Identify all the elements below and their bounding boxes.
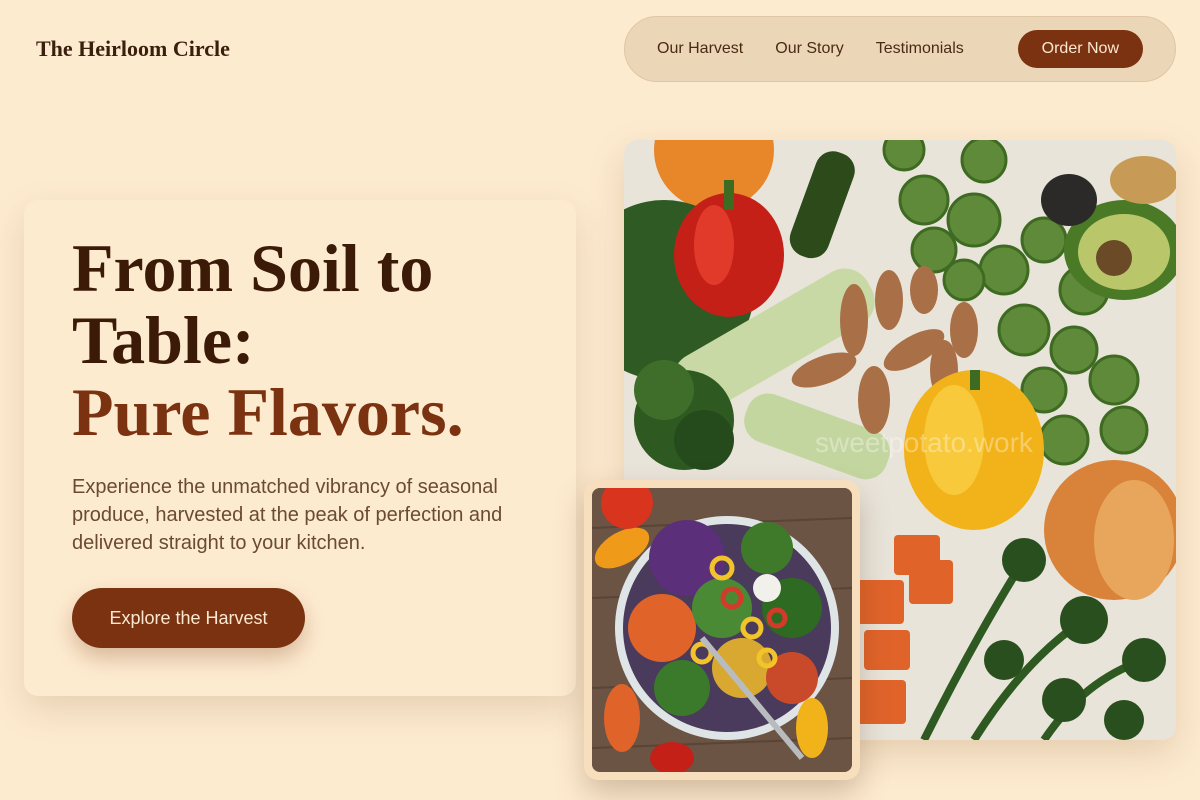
main-nav: Our Harvest Our Story Testimonials Order… — [624, 16, 1176, 82]
salad-photo-frame — [584, 480, 860, 780]
nav-our-story[interactable]: Our Story — [775, 40, 843, 58]
hero-title-accent: Pure Flavors. — [72, 374, 464, 450]
salad-bowl-photo — [592, 488, 852, 772]
hero-title-line-2: Table: — [72, 302, 255, 378]
hero-description: Experience the unmatched vibrancy of sea… — [72, 476, 503, 554]
nav-testimonials[interactable]: Testimonials — [876, 40, 964, 58]
brand-logo[interactable]: The Heirloom Circle — [36, 36, 230, 62]
hero-title-line-1: From Soil to — [72, 230, 434, 306]
hero-title: From Soil to Table: Pure Flavors. — [72, 232, 464, 448]
nav-our-harvest[interactable]: Our Harvest — [657, 40, 743, 58]
order-now-button[interactable]: Order Now — [1017, 30, 1143, 68]
watermark-text: sweetpotato.work — [815, 427, 1034, 458]
explore-harvest-button[interactable]: Explore the Harvest — [72, 588, 305, 648]
